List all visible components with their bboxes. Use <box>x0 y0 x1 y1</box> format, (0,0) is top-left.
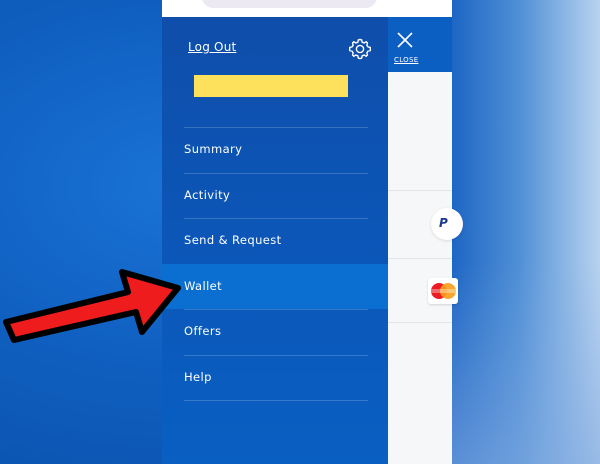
logout-link[interactable]: Log Out <box>188 40 236 54</box>
menu-item-wallet[interactable]: Wallet <box>162 263 388 309</box>
menu-divider <box>184 400 368 401</box>
top-bar <box>162 0 452 17</box>
paypal-balance-icon[interactable]: P <box>431 208 463 240</box>
mastercard-icon[interactable] <box>428 278 458 304</box>
card-divider <box>388 258 452 259</box>
card-divider <box>388 322 452 323</box>
menu-item-label: Offers <box>184 324 222 338</box>
menu-item-label: Wallet <box>184 278 223 293</box>
close-drawer-button[interactable]: CLOSE <box>388 17 452 72</box>
menu-item-send-request[interactable]: Send & Request <box>162 218 388 264</box>
menu-item-summary[interactable]: Summary <box>162 127 388 173</box>
search-bar[interactable] <box>202 0 377 8</box>
menu-item-help[interactable]: Help <box>162 354 388 401</box>
menu-item-activity[interactable]: Activity <box>162 172 388 219</box>
gear-icon[interactable] <box>348 37 372 61</box>
drawer-menu: Summary Activity Send & Request Wallet O… <box>162 127 388 400</box>
menu-item-label: Send & Request <box>184 233 282 247</box>
close-icon <box>397 32 413 48</box>
card-divider <box>388 190 452 191</box>
red-arrow-icon <box>3 269 181 343</box>
paypal-logo-text: P <box>439 216 448 230</box>
background-glow <box>452 0 600 464</box>
navigation-drawer: Log Out Summary Activity Send & Request … <box>162 17 388 464</box>
close-label: CLOSE <box>394 56 419 64</box>
menu-item-label: Help <box>184 369 212 384</box>
menu-item-label: Activity <box>184 187 231 202</box>
account-name-redacted <box>194 75 348 97</box>
mastercard-logo <box>430 283 457 299</box>
menu-item-offers[interactable]: Offers <box>162 309 388 355</box>
menu-item-label: Summary <box>184 142 243 156</box>
